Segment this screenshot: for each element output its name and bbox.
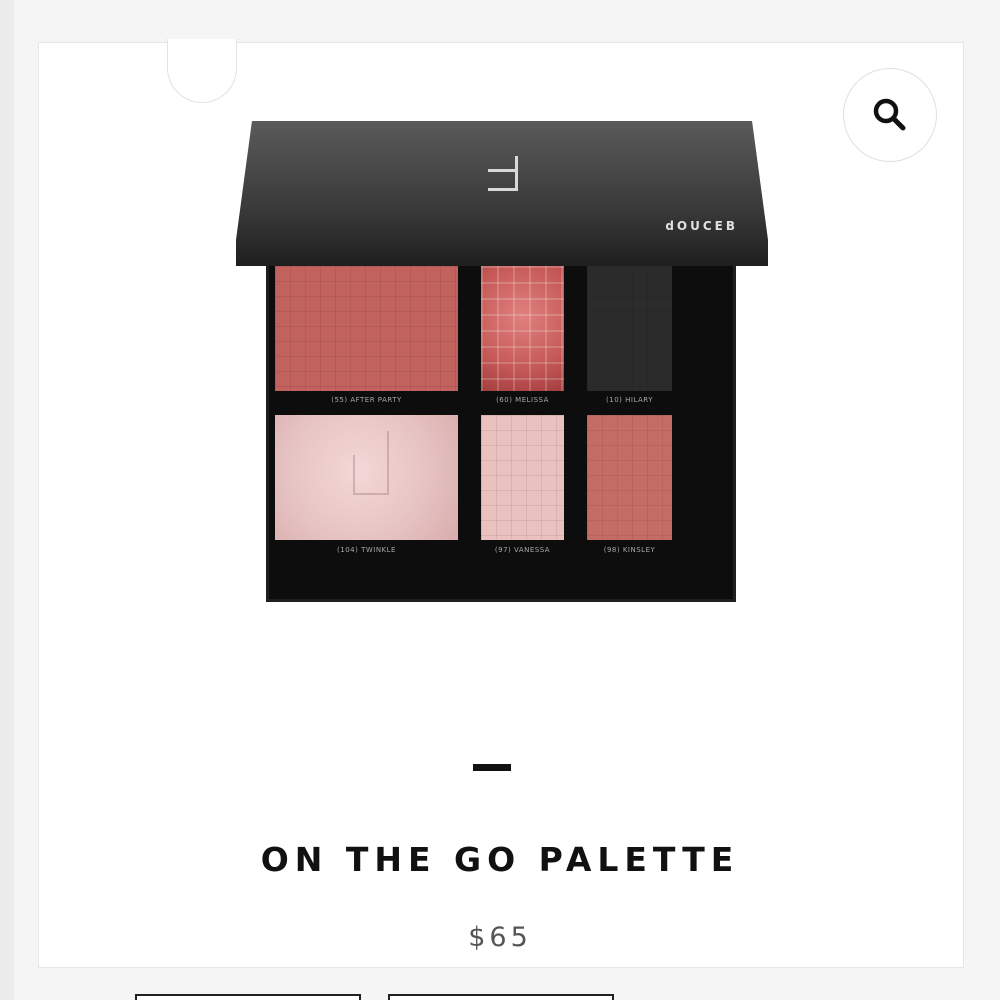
pan-vanessa [481, 415, 564, 540]
search-icon [873, 98, 906, 131]
pan-kinsley [587, 415, 672, 540]
brand-wordmark: dOUCEB [665, 219, 738, 233]
palette-lid: dOUCEB [236, 121, 768, 266]
pan-hilary [587, 266, 672, 391]
embossed-logo [353, 431, 389, 495]
thumbnail-1[interactable] [135, 994, 361, 1000]
pan-label-vanessa: (97) VANESSA [494, 546, 551, 554]
gallery-indicator[interactable] [473, 764, 511, 771]
previous-image-button[interactable] [167, 39, 237, 103]
product-price: $65 [468, 922, 532, 953]
brand-logo [488, 156, 518, 191]
pan-label-kinsley: (98) KINSLEY [603, 546, 656, 554]
pan-label-melissa: (60) MELISSA [496, 396, 549, 404]
product-title: ON THE GO PALETTE [260, 840, 740, 879]
pan-label-twinkle: (104) TWINKLE [337, 546, 396, 554]
pan-melissa [481, 266, 564, 391]
pan-label-hilary: (10) HILARY [606, 396, 653, 404]
pan-after-party [275, 266, 458, 391]
pan-twinkle [275, 415, 458, 540]
product-image[interactable]: (55) AFTER PARTY (60) MELISSA (10) HILAR… [230, 115, 775, 610]
thumbnail-2[interactable] [388, 994, 614, 1000]
zoom-button[interactable] [843, 68, 937, 162]
pan-label-after-party: (55) AFTER PARTY [331, 396, 402, 404]
palette-base: (55) AFTER PARTY (60) MELISSA (10) HILAR… [266, 260, 736, 602]
